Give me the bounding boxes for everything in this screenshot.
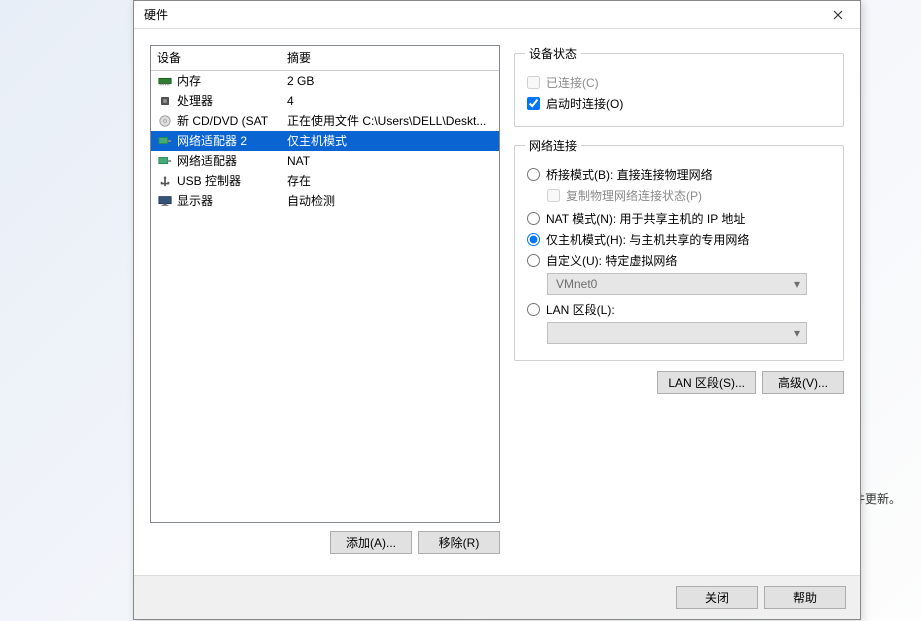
dialog-footer: 关闭 帮助 (134, 575, 860, 619)
dialog-title: 硬件 (144, 6, 816, 23)
device-row[interactable]: USB 控制器存在 (151, 171, 499, 191)
add-button[interactable]: 添加(A)... (330, 531, 412, 554)
network-connection-group: 网络连接 桥接模式(B): 直接连接物理网络 复制物理网络连接状态(P) NAT… (514, 137, 844, 361)
custom-radio[interactable]: 自定义(U): 特定虚拟网络 (527, 252, 833, 269)
nat-radio[interactable]: NAT 模式(N): 用于共享主机的 IP 地址 (527, 210, 833, 227)
lan-segment-select: ▾ (547, 322, 807, 344)
net-icon (157, 154, 173, 168)
col-device: 设备 (157, 49, 287, 66)
device-name: 内存 (177, 72, 287, 89)
connect-on-power-checkbox[interactable]: 启动时连接(O) (527, 95, 833, 112)
device-summary: 自动检测 (287, 192, 493, 209)
connect-on-power-label: 启动时连接(O) (546, 95, 623, 112)
chevron-down-icon: ▾ (794, 277, 800, 291)
col-summary: 摘要 (287, 49, 493, 66)
replicate-input (547, 189, 560, 202)
usb-icon (157, 174, 173, 188)
device-name: 显示器 (177, 192, 287, 209)
device-row[interactable]: 显示器自动检测 (151, 191, 499, 211)
replicate-label: 复制物理网络连接状态(P) (566, 187, 702, 204)
device-row[interactable]: 网络适配器 2仅主机模式 (151, 131, 499, 151)
device-row[interactable]: 新 CD/DVD (SAT正在使用文件 C:\Users\DELL\Deskt.… (151, 111, 499, 131)
replicate-checkbox: 复制物理网络连接状态(P) (547, 187, 833, 204)
hostonly-label: 仅主机模式(H): 与主机共享的专用网络 (546, 231, 749, 248)
display-icon (157, 194, 173, 208)
hostonly-radio[interactable]: 仅主机模式(H): 与主机共享的专用网络 (527, 231, 833, 248)
connected-checkbox: 已连接(C) (527, 74, 833, 91)
custom-network-select: VMnet0 ▾ (547, 273, 807, 295)
help-button[interactable]: 帮助 (764, 586, 846, 609)
lan-segment-input[interactable] (527, 303, 540, 316)
device-summary: 仅主机模式 (287, 132, 493, 149)
net-icon (157, 134, 173, 148)
device-summary: 4 (287, 94, 493, 108)
device-name: 网络适配器 2 (177, 132, 287, 149)
device-status-legend: 设备状态 (525, 45, 581, 62)
bridged-input[interactable] (527, 168, 540, 181)
device-summary: 正在使用文件 C:\Users\DELL\Deskt... (287, 112, 493, 129)
advanced-button[interactable]: 高级(V)... (762, 371, 844, 394)
cd-icon (157, 114, 173, 128)
lan-segments-button[interactable]: LAN 区段(S)... (657, 371, 756, 394)
lan-segment-radio[interactable]: LAN 区段(L): (527, 301, 833, 318)
hostonly-input[interactable] (527, 233, 540, 246)
hardware-dialog: 硬件 设备 摘要 内存2 GB处理器4新 CD/DVD (SAT正在使用文件 C… (133, 0, 861, 620)
device-row[interactable]: 网络适配器NAT (151, 151, 499, 171)
connected-label: 已连接(C) (546, 74, 599, 91)
connected-input (527, 76, 540, 89)
chevron-down-icon: ▾ (794, 326, 800, 340)
device-status-group: 设备状态 已连接(C) 启动时连接(O) (514, 45, 844, 127)
remove-button[interactable]: 移除(R) (418, 531, 500, 554)
device-summary: 存在 (287, 172, 493, 189)
column-headers: 设备 摘要 (151, 46, 499, 71)
device-name: 网络适配器 (177, 152, 287, 169)
device-name: 新 CD/DVD (SAT (177, 112, 287, 129)
close-dialog-button[interactable]: 关闭 (676, 586, 758, 609)
device-name: USB 控制器 (177, 172, 287, 189)
bridged-radio[interactable]: 桥接模式(B): 直接连接物理网络 (527, 166, 833, 183)
device-list[interactable]: 设备 摘要 内存2 GB处理器4新 CD/DVD (SAT正在使用文件 C:\U… (150, 45, 500, 523)
network-connection-legend: 网络连接 (525, 137, 581, 154)
custom-label: 自定义(U): 特定虚拟网络 (546, 252, 677, 269)
close-button[interactable] (816, 1, 860, 29)
custom-network-value: VMnet0 (556, 277, 597, 291)
device-name: 处理器 (177, 92, 287, 109)
memory-icon (157, 74, 173, 88)
nat-input[interactable] (527, 212, 540, 225)
device-summary: NAT (287, 154, 493, 168)
device-row[interactable]: 处理器4 (151, 91, 499, 111)
bridged-label: 桥接模式(B): 直接连接物理网络 (546, 166, 713, 183)
device-row[interactable]: 内存2 GB (151, 71, 499, 91)
connect-on-power-input[interactable] (527, 97, 540, 110)
lan-segment-label: LAN 区段(L): (546, 301, 615, 318)
device-summary: 2 GB (287, 74, 493, 88)
cpu-icon (157, 94, 173, 108)
custom-input[interactable] (527, 254, 540, 267)
titlebar: 硬件 (134, 1, 860, 29)
nat-label: NAT 模式(N): 用于共享主机的 IP 地址 (546, 210, 745, 227)
